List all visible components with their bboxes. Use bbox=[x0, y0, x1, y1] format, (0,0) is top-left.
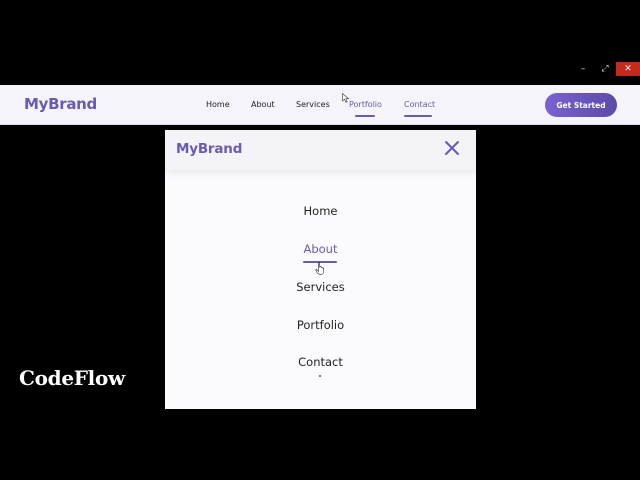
close-x-icon[interactable] bbox=[444, 140, 460, 156]
mobile-item-about[interactable]: About bbox=[165, 242, 476, 256]
window-close-button[interactable]: ✕ bbox=[616, 62, 640, 76]
mobile-menu-panel: MyBrand Home About Services Portfolio Co… bbox=[165, 130, 476, 409]
screen: – ⤢ ✕ MyBrand Home About Services Portfo… bbox=[0, 0, 640, 480]
portfolio-underline bbox=[355, 115, 375, 117]
nav-link-contact[interactable]: Contact bbox=[404, 100, 435, 109]
window-controls: – ⤢ ✕ bbox=[572, 62, 640, 76]
get-started-button[interactable]: Get Started bbox=[545, 93, 617, 117]
minimize-button[interactable]: – bbox=[572, 62, 594, 76]
mobile-item-contact[interactable]: Contact bbox=[165, 355, 476, 369]
brand-logo[interactable]: MyBrand bbox=[24, 95, 97, 113]
hand-cursor-icon bbox=[315, 262, 324, 275]
mobile-item-portfolio[interactable]: Portfolio bbox=[165, 318, 476, 332]
nav-link-about[interactable]: About bbox=[251, 100, 275, 109]
mobile-header: MyBrand bbox=[165, 130, 476, 170]
mobile-item-home[interactable]: Home bbox=[165, 204, 476, 218]
mobile-item-services[interactable]: Services bbox=[165, 280, 476, 294]
nav-link-portfolio[interactable]: Portfolio bbox=[349, 100, 382, 109]
maximize-button[interactable]: ⤢ bbox=[594, 62, 616, 76]
codeflow-watermark: CodeFlow bbox=[19, 366, 125, 390]
mobile-brand-logo[interactable]: MyBrand bbox=[176, 141, 242, 157]
nav-link-home[interactable]: Home bbox=[206, 100, 230, 109]
desktop-navbar: MyBrand Home About Services Portfolio Co… bbox=[0, 85, 640, 125]
contact-underline bbox=[404, 115, 432, 117]
nav-link-services[interactable]: Services bbox=[296, 100, 330, 109]
arrow-cursor-icon bbox=[342, 93, 350, 103]
dot-artifact bbox=[319, 375, 321, 377]
